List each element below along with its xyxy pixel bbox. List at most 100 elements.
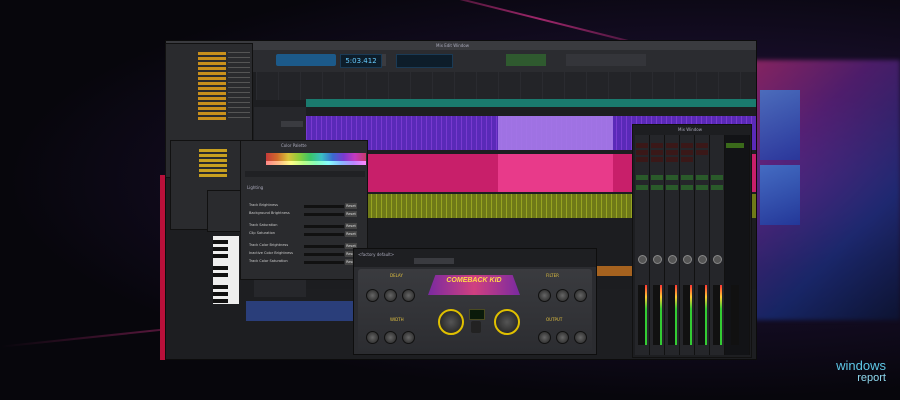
pan-knob[interactable] xyxy=(713,255,722,264)
slider-label: Track Color Brightness xyxy=(249,243,289,247)
slider-row[interactable]: Background Brightness Reset xyxy=(249,211,363,218)
reset-button[interactable]: Reset xyxy=(345,231,357,237)
transport-controls[interactable] xyxy=(276,54,336,66)
list-bars xyxy=(199,149,227,179)
width-knob-2[interactable] xyxy=(384,331,397,344)
plugin-logo: COMEBACK KID xyxy=(428,275,520,295)
level-meter xyxy=(675,285,677,345)
track-list[interactable] xyxy=(207,190,242,232)
filter-knob-3[interactable] xyxy=(574,289,587,302)
watermark-line2: report xyxy=(857,372,886,384)
delay-knob-2[interactable] xyxy=(384,289,397,302)
slider-row[interactable]: Track Saturation Reset xyxy=(249,223,363,230)
level-meter xyxy=(660,285,662,345)
slider-row[interactable]: Track Color Saturation Reset xyxy=(249,259,363,266)
edit-window-title: Mix Edit Window xyxy=(436,43,469,48)
delay-knob-3[interactable] xyxy=(402,289,415,302)
section-label-filter: FILTER xyxy=(546,273,559,278)
level-meter xyxy=(720,285,722,345)
slider-track[interactable] xyxy=(304,261,344,264)
slider-row[interactable]: Track Color Brightness Reset xyxy=(249,243,363,250)
center-switch[interactable] xyxy=(471,321,481,333)
plugin-header-controls[interactable] xyxy=(414,258,454,264)
list-bars xyxy=(198,52,226,122)
watermark-line1: windows xyxy=(836,358,886,373)
background-pane xyxy=(760,90,800,160)
pan-knob[interactable] xyxy=(683,255,692,264)
output-knob-1[interactable] xyxy=(538,331,551,344)
slider-track[interactable] xyxy=(304,225,344,228)
drive-knob[interactable] xyxy=(494,309,520,335)
reset-button[interactable]: Reset xyxy=(345,211,357,217)
slider-row[interactable]: Inactive Color Brightness Reset xyxy=(249,251,363,258)
channel-strip[interactable] xyxy=(695,135,710,355)
marker-ruler[interactable] xyxy=(306,99,756,107)
master-strip[interactable] xyxy=(725,135,750,355)
background-pane xyxy=(760,165,800,225)
slider-label: Background Brightness xyxy=(249,211,290,215)
mix-knob[interactable] xyxy=(438,309,464,335)
channel-strip[interactable] xyxy=(635,135,650,355)
pan-knob[interactable] xyxy=(698,255,707,264)
channel-strip[interactable] xyxy=(665,135,680,355)
lighting-section-label: Lighting xyxy=(247,185,264,190)
channel-strip[interactable] xyxy=(650,135,665,355)
pan-knob[interactable] xyxy=(638,255,647,264)
color-window-toolbar xyxy=(245,171,365,177)
plugin-window: <factory default> COMEBACK KID DELAY FIL… xyxy=(353,248,597,355)
pan-knob[interactable] xyxy=(668,255,677,264)
slider-label: Inactive Color Brightness xyxy=(249,251,293,255)
track-name-field[interactable] xyxy=(281,121,303,127)
level-meter xyxy=(645,285,647,345)
slider-label: Clip Saturation xyxy=(249,231,275,235)
slider-track[interactable] xyxy=(304,205,344,208)
slider-track[interactable] xyxy=(304,253,344,256)
master-fader[interactable] xyxy=(731,285,739,345)
delay-knob-1[interactable] xyxy=(366,289,379,302)
slider-row[interactable]: Clip Saturation Reset xyxy=(249,231,363,238)
color-palette-window: Color Palette Lighting Track Brightness R… xyxy=(240,140,368,280)
slider-label: Track Saturation xyxy=(249,223,278,227)
filter-knob-2[interactable] xyxy=(556,289,569,302)
pan-knob[interactable] xyxy=(653,255,662,264)
reset-button[interactable]: Reset xyxy=(345,203,357,209)
reset-button[interactable]: Reset xyxy=(345,223,357,229)
slider-label: Track Brightness xyxy=(249,203,278,207)
plugin-header: <factory default> xyxy=(354,249,596,267)
secondary-counter[interactable] xyxy=(396,54,453,68)
slider-track[interactable] xyxy=(304,233,344,236)
mix-window: Mix Window xyxy=(632,124,752,358)
slider-row[interactable]: Track Brightness Reset xyxy=(249,203,363,210)
output-knob-3[interactable] xyxy=(574,331,587,344)
channel-strip[interactable] xyxy=(680,135,695,355)
filter-knob-1[interactable] xyxy=(538,289,551,302)
section-label-width: WIDTH xyxy=(390,317,404,322)
slider-track[interactable] xyxy=(304,245,344,248)
section-label-output: OUTPUT xyxy=(546,317,563,322)
main-counter[interactable]: 5:03.412 xyxy=(340,54,382,68)
timeline-rulers[interactable] xyxy=(256,72,756,100)
record-buttons[interactable] xyxy=(506,54,546,66)
section-label-delay: DELAY xyxy=(390,273,403,278)
output-knob-2[interactable] xyxy=(556,331,569,344)
center-display xyxy=(469,309,485,320)
selected-clip[interactable] xyxy=(498,116,613,150)
slider-track[interactable] xyxy=(304,213,344,216)
list-values xyxy=(228,52,250,122)
color-swatch-row[interactable] xyxy=(266,161,366,165)
transport-toolbar: 5:03.412 xyxy=(166,50,756,72)
slider-label: Track Color Saturation xyxy=(249,259,288,263)
edit-window-titlebar: Mix Edit Window xyxy=(166,41,756,50)
level-meter xyxy=(690,285,692,345)
mix-window-title: Mix Window xyxy=(678,127,702,132)
selected-clip[interactable] xyxy=(498,154,613,192)
width-knob-3[interactable] xyxy=(402,331,415,344)
color-window-title: Color Palette xyxy=(281,143,307,148)
width-knob-1[interactable] xyxy=(366,331,379,344)
channel-strip[interactable] xyxy=(710,135,725,355)
grid-nudge-controls[interactable] xyxy=(566,54,646,66)
plugin-body: COMEBACK KID DELAY FILTER WIDTH OUTPUT xyxy=(358,269,592,351)
level-meter xyxy=(705,285,707,345)
piano-keyboard[interactable] xyxy=(213,236,239,304)
preset-name[interactable]: <factory default> xyxy=(358,252,394,257)
